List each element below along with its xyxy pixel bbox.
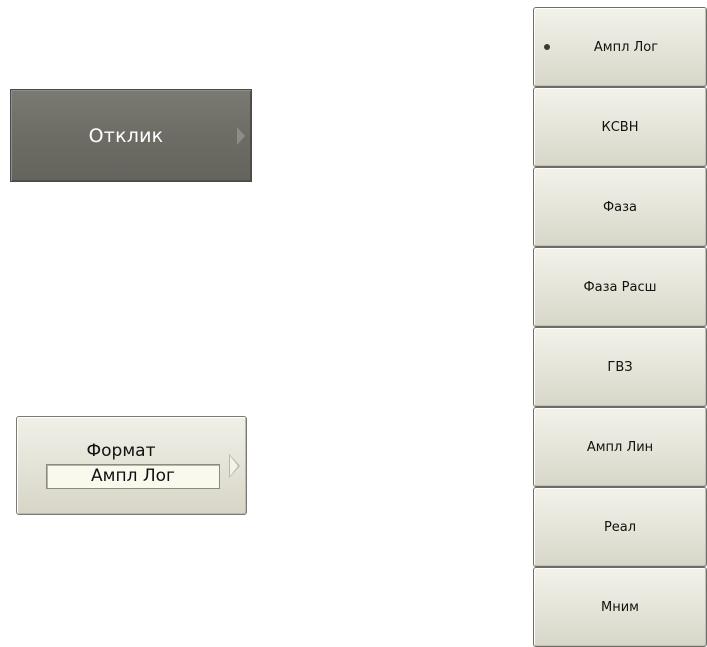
menu-item-label: КСВН bbox=[601, 119, 639, 135]
menu-item-swr[interactable]: КСВН bbox=[533, 87, 707, 167]
chevron-right-icon-fill bbox=[230, 455, 238, 476]
menu-item-label: Ампл Лог bbox=[593, 39, 659, 55]
format-menu: Ампл Лог КСВН Фаза Фаза Расш ГВЗ Ампл Ли… bbox=[533, 7, 707, 647]
menu-item-phase[interactable]: Фаза bbox=[533, 167, 707, 247]
response-softkey[interactable]: Отклик bbox=[10, 89, 252, 182]
menu-item-real[interactable]: Реал bbox=[533, 487, 707, 567]
menu-item-label: Фаза Расш bbox=[583, 279, 657, 295]
format-softkey-label: Формат bbox=[86, 441, 156, 461]
menu-item-label: Реал bbox=[603, 519, 637, 535]
response-softkey-label: Отклик bbox=[88, 124, 164, 147]
menu-item-expanded-phase[interactable]: Фаза Расш bbox=[533, 247, 707, 327]
format-softkey[interactable]: Формат Ампл Лог bbox=[16, 416, 247, 515]
format-current-value: Ампл Лог bbox=[46, 464, 220, 489]
menu-item-label: Мним bbox=[601, 599, 639, 615]
menu-item-imaginary[interactable]: Мним bbox=[533, 567, 707, 647]
chevron-right-icon bbox=[237, 126, 245, 145]
menu-item-label: ГВЗ bbox=[607, 359, 633, 375]
menu-item-label: Ампл Лин bbox=[586, 439, 654, 455]
menu-item-log-mag[interactable]: Ампл Лог bbox=[533, 7, 707, 87]
menu-item-lin-mag[interactable]: Ампл Лин bbox=[533, 407, 707, 487]
menu-item-group-delay[interactable]: ГВЗ bbox=[533, 327, 707, 407]
radio-dot-icon bbox=[544, 44, 550, 50]
menu-item-label: Фаза bbox=[602, 199, 638, 215]
